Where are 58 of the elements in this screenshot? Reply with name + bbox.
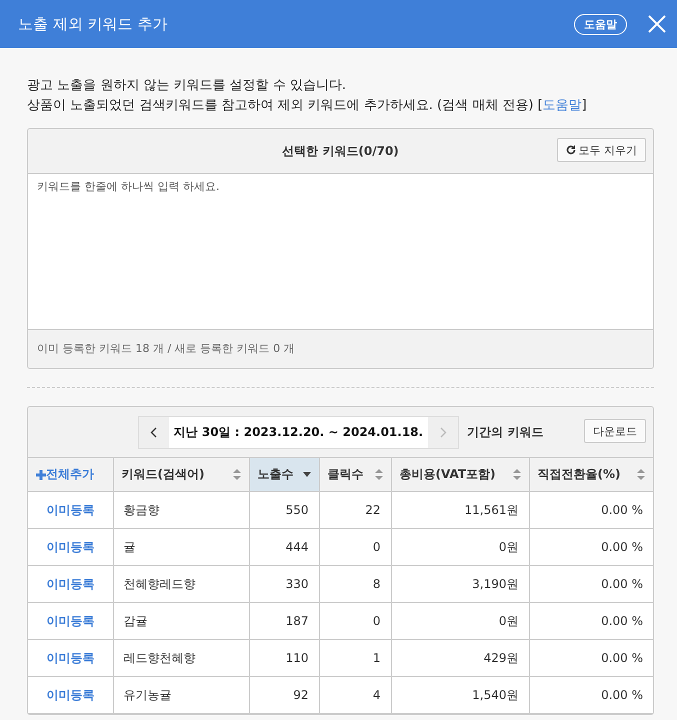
table-cell: 이미등록 (28, 602, 113, 640)
table-cell: 92 (249, 676, 319, 714)
table-cell: 330 (249, 566, 319, 602)
sort-icon (374, 469, 382, 480)
previous-button[interactable] (138, 416, 169, 448)
table-cell: 황금향 (113, 492, 249, 528)
period-text: 지난 30일 : 2023.12.20. ~ 2024.01.18. (172, 424, 424, 440)
table-cell: 444 (249, 528, 319, 566)
table-cell: 11,561원 (391, 492, 529, 528)
table-cell: 0 (319, 602, 391, 640)
chevron-right-icon (440, 426, 447, 438)
column-header[interactable]: 키워드(검색어) (113, 458, 249, 492)
table-cell: 550 (249, 492, 319, 528)
table-cell: 187 (249, 602, 319, 640)
table-cell: 0원 (391, 528, 529, 566)
chevron-left-icon (150, 426, 158, 438)
sort-icon (637, 469, 645, 480)
help-link[interactable]: 도움말 (542, 98, 582, 113)
column-header[interactable]: 총비용(VAT포함) (391, 458, 529, 492)
keyword-count-text: 이미 등록한 키워드 18 개 / 새로 등록한 키워드 0 개 (36, 341, 296, 357)
table-cell: 1 (319, 640, 391, 676)
table-cell: 4 (319, 676, 391, 714)
table-cell: 8 (319, 566, 391, 602)
table-cell: 22 (319, 492, 391, 528)
table-cell: 3,190원 (391, 566, 529, 602)
table-cell: 0원 (391, 602, 529, 640)
table-cell: 1,540원 (391, 676, 529, 714)
sort-icon (232, 469, 240, 480)
period-label: 기간의 키워드 (467, 424, 544, 440)
table-cell: 천혜향레드향 (113, 566, 249, 602)
table-cell: 레드향천혜향 (113, 640, 249, 676)
intro-text: 상품이 노출되었던 검색키워드를 참고하여 제외 키워드에 추가하세요. (검색 매체 전용) [도움말] (27, 97, 588, 115)
close-icon[interactable] (647, 14, 667, 34)
clear-all-button[interactable]: 모두 지우기 (556, 138, 646, 162)
table-cell: 이미등록 (28, 566, 113, 602)
sort-descending-icon (302, 472, 310, 477)
table-cell: 이미등록 (28, 676, 113, 714)
column-header[interactable]: 직접전환율(%) (529, 458, 653, 492)
sort-icon (512, 469, 520, 480)
table-cell: 429원 (391, 640, 529, 676)
panel-title: 선택한 키워드(0/70) (282, 142, 399, 160)
window-title: 노출 제외 키워드 추가 (18, 14, 168, 34)
download-button[interactable]: 다운로드 (584, 419, 646, 443)
column-header[interactable]: 클릭수 (319, 458, 391, 492)
plus-icon (36, 470, 46, 480)
refresh-icon (566, 145, 576, 155)
table-cell: 귤 (113, 528, 249, 566)
table-cell: 110 (249, 640, 319, 676)
table-cell: 이미등록 (28, 528, 113, 566)
table-cell: 0 (319, 528, 391, 566)
table-cell: 유기농귤 (113, 676, 249, 714)
column-header[interactable]: 노출수 (249, 458, 319, 492)
table-cell: 감귤 (113, 602, 249, 640)
table-cell: 이미등록 (28, 640, 113, 676)
keyword-input-field[interactable]: 키워드를 한줄에 하나씩 입력 하세요. (28, 174, 653, 330)
intro-text: 광고 노출을 원하지 않는 키워드를 설정할 수 있습니다. (27, 77, 348, 95)
table-cell: 이미등록 (28, 492, 113, 528)
help-button[interactable]: 도움말 (574, 14, 627, 34)
